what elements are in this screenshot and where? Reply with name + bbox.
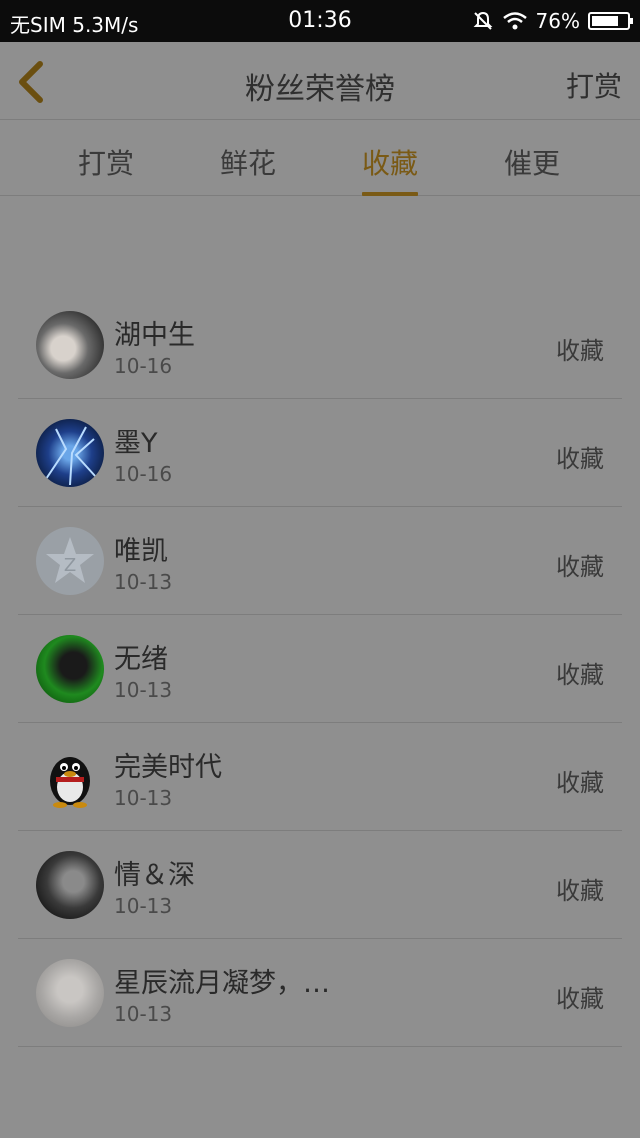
- fan-name: 完美时代: [114, 752, 222, 783]
- fan-name: 墨Y: [114, 428, 158, 459]
- list-item[interactable]: 情＆深 10-13 收藏: [18, 831, 622, 939]
- star-icon: Z: [46, 537, 94, 583]
- status-bar: 无SIM 5.3M/s 01:36 76%: [0, 0, 640, 42]
- svg-text:Z: Z: [64, 555, 76, 576]
- fan-date: 10-13: [114, 894, 173, 918]
- tab-favorites[interactable]: 收藏: [361, 142, 419, 196]
- chevron-left-icon: [19, 61, 43, 103]
- status-right: 76%: [472, 9, 633, 33]
- back-button[interactable]: [14, 60, 54, 104]
- fan-date: 10-13: [114, 678, 173, 702]
- list-item[interactable]: 完美时代 10-13 收藏: [18, 723, 622, 831]
- fan-action: 收藏: [556, 337, 604, 365]
- penguin-icon: [50, 757, 90, 808]
- list-item[interactable]: 墨Y 10-16 收藏: [18, 399, 622, 507]
- fan-action: 收藏: [556, 445, 604, 473]
- list-item[interactable]: 湖中生 10-16 收藏: [18, 291, 622, 399]
- avatar[interactable]: [36, 311, 104, 379]
- fan-action: 收藏: [556, 553, 604, 581]
- fan-date: 10-16: [114, 354, 173, 378]
- tab-urge-update[interactable]: 催更: [504, 142, 560, 196]
- list-item[interactable]: 无绪 10-13 收藏: [18, 615, 622, 723]
- fan-name: 情＆深: [114, 860, 195, 891]
- wifi-icon: [502, 12, 527, 30]
- tab-bar: 打赏 鲜花 收藏 催更: [0, 120, 640, 196]
- fan-date: 10-16: [114, 462, 173, 486]
- list-item[interactable]: 星辰流月凝梦，… 10-13 收藏: [18, 939, 622, 1047]
- list-item[interactable]: Z 唯凯 10-13 收藏: [18, 507, 622, 615]
- avatar[interactable]: [36, 743, 104, 811]
- fan-date: 10-13: [114, 786, 173, 810]
- fan-date: 10-13: [114, 570, 173, 594]
- fan-date: 10-13: [114, 1002, 173, 1026]
- nav-bar: 粉丝荣誉榜 打赏: [0, 42, 640, 120]
- tab-reward[interactable]: 打赏: [78, 142, 134, 196]
- fan-action: 收藏: [556, 661, 604, 689]
- avatar[interactable]: [36, 419, 104, 487]
- tab-flowers[interactable]: 鲜花: [220, 142, 276, 196]
- fan-list: 湖中生 10-16 收藏 墨Y 10-16 收藏 Z 唯凯 10-13 收藏 无…: [18, 291, 622, 1047]
- avatar[interactable]: Z: [36, 527, 104, 595]
- reward-button[interactable]: 打赏: [566, 65, 622, 105]
- avatar[interactable]: [36, 851, 104, 919]
- fan-name: 唯凯: [114, 536, 168, 567]
- battery-icon: [588, 12, 633, 30]
- fan-action: 收藏: [556, 877, 604, 905]
- fan-name: 湖中生: [114, 320, 195, 351]
- mute-bell-icon: [473, 11, 492, 30]
- fan-action: 收藏: [556, 769, 604, 797]
- fan-name: 无绪: [114, 644, 168, 675]
- avatar[interactable]: [36, 959, 104, 1027]
- fan-action: 收藏: [556, 985, 604, 1013]
- battery-percent: 76%: [535, 9, 580, 33]
- page-title: 粉丝荣誉榜: [245, 72, 395, 107]
- avatar[interactable]: [36, 635, 104, 703]
- fan-name: 星辰流月凝梦，…: [114, 968, 330, 999]
